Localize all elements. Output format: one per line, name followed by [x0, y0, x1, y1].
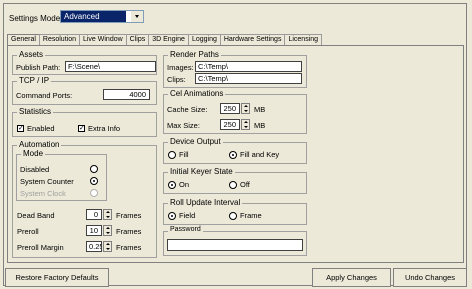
chevron-down-icon[interactable] — [130, 11, 143, 22]
password-title: Password — [168, 226, 203, 233]
images-path-input[interactable]: C:\Temp\ — [195, 61, 302, 72]
tab-logging[interactable]: Logging — [187, 34, 221, 45]
roll-update-title: Roll Update Interval — [168, 198, 243, 207]
system-clock-radio[interactable] — [90, 189, 98, 197]
preroll-margin-unit: Frames — [116, 243, 142, 252]
preroll-margin-spinner[interactable] — [103, 241, 112, 252]
fill-and-key-radio[interactable] — [229, 151, 237, 159]
mode-title: Mode — [21, 149, 46, 158]
max-size-input[interactable]: 250 — [220, 119, 240, 130]
general-tab-panel: Assets Publish Path: F:\Scene\ TCP / IP … — [7, 45, 464, 263]
clips-label: Clips: — [167, 75, 186, 84]
statistics-title: Statistics — [17, 107, 54, 116]
tab-3d-engine[interactable]: 3D Engine — [148, 34, 189, 45]
tab-licensing[interactable]: Licensing — [284, 34, 323, 45]
tab-strip: General Resolution Live Window Clips 3D … — [7, 34, 323, 46]
restore-defaults-button[interactable]: Restore Factory Defaults — [5, 268, 109, 287]
fill-and-key-label: Fill and Key — [240, 150, 280, 159]
system-clock-label: System Clock — [20, 189, 66, 198]
preroll-input[interactable]: 10 — [86, 225, 102, 236]
preroll-spinner[interactable] — [103, 225, 112, 236]
tab-live-window[interactable]: Live Window — [78, 34, 127, 45]
settings-mode-value[interactable]: Advanced — [61, 11, 126, 22]
roll-field-radio[interactable] — [168, 212, 176, 220]
fill-label: Fill — [179, 150, 189, 159]
roll-field-label: Field — [179, 211, 196, 220]
automation-title: Automation — [17, 140, 62, 149]
enabled-label: Enabled — [27, 124, 55, 133]
fill-radio[interactable] — [168, 151, 176, 159]
render-paths-title: Render Paths — [168, 50, 221, 59]
dead-band-unit: Frames — [116, 211, 142, 220]
roll-frame-radio[interactable] — [229, 212, 237, 220]
keyer-off-label: Off — [240, 180, 250, 189]
cache-size-label: Cache Size: — [167, 105, 208, 114]
cache-size-input[interactable]: 250 — [220, 103, 240, 114]
roll-frame-label: Frame — [240, 211, 262, 220]
disabled-label: Disabled — [20, 165, 50, 174]
keyer-title: Initial Keyer State — [168, 167, 235, 176]
dead-band-spinner[interactable] — [103, 209, 112, 220]
settings-mode-label: Settings Mode: — [9, 14, 63, 23]
undo-changes-button[interactable]: Undo Changes — [393, 268, 467, 287]
cache-size-spinner[interactable] — [241, 103, 250, 114]
enabled-checkbox[interactable]: ✓ — [17, 125, 24, 132]
tab-resolution[interactable]: Resolution — [38, 34, 80, 45]
images-label: Images: — [167, 63, 194, 72]
system-counter-label: System Counter — [20, 177, 74, 186]
keyer-on-label: On — [179, 180, 190, 189]
system-counter-radio[interactable] — [90, 177, 98, 185]
assets-title: Assets — [17, 50, 46, 59]
max-size-spinner[interactable] — [241, 119, 250, 130]
preroll-margin-label: Preroll Margin — [17, 243, 64, 252]
tab-hardware-settings[interactable]: Hardware Settings — [219, 34, 286, 45]
clips-path-input[interactable]: C:\Temp\ — [195, 73, 302, 84]
tcpip-title: TCP / IP — [17, 76, 52, 85]
publish-path-label: Publish Path: — [16, 63, 61, 72]
keyer-on-radio[interactable] — [168, 181, 176, 189]
tab-clips[interactable]: Clips — [125, 34, 150, 45]
extra-info-checkbox[interactable]: ✓ — [78, 125, 85, 132]
disabled-radio[interactable] — [90, 165, 98, 173]
max-size-unit: MB — [254, 121, 266, 130]
cel-animations-title: Cel Animations — [168, 89, 226, 98]
preroll-label: Preroll — [17, 227, 39, 236]
keyer-off-radio[interactable] — [229, 181, 237, 189]
apply-changes-button[interactable]: Apply Changes — [312, 268, 391, 287]
command-ports-input[interactable]: 4000 — [103, 89, 150, 100]
device-output-title: Device Output — [168, 137, 223, 146]
preroll-margin-input[interactable]: 0.25 — [86, 241, 102, 252]
extra-info-label: Extra Info — [88, 124, 121, 133]
cache-size-unit: MB — [254, 105, 266, 114]
command-ports-label: Command Ports: — [16, 91, 73, 100]
publish-path-input[interactable]: F:\Scene\ — [65, 61, 156, 72]
password-input[interactable] — [167, 239, 303, 251]
max-size-label: Max Size: — [167, 121, 200, 130]
dead-band-input[interactable]: 0 — [86, 209, 102, 220]
dead-band-label: Dead Band — [17, 211, 55, 220]
preroll-unit: Frames — [116, 227, 142, 236]
